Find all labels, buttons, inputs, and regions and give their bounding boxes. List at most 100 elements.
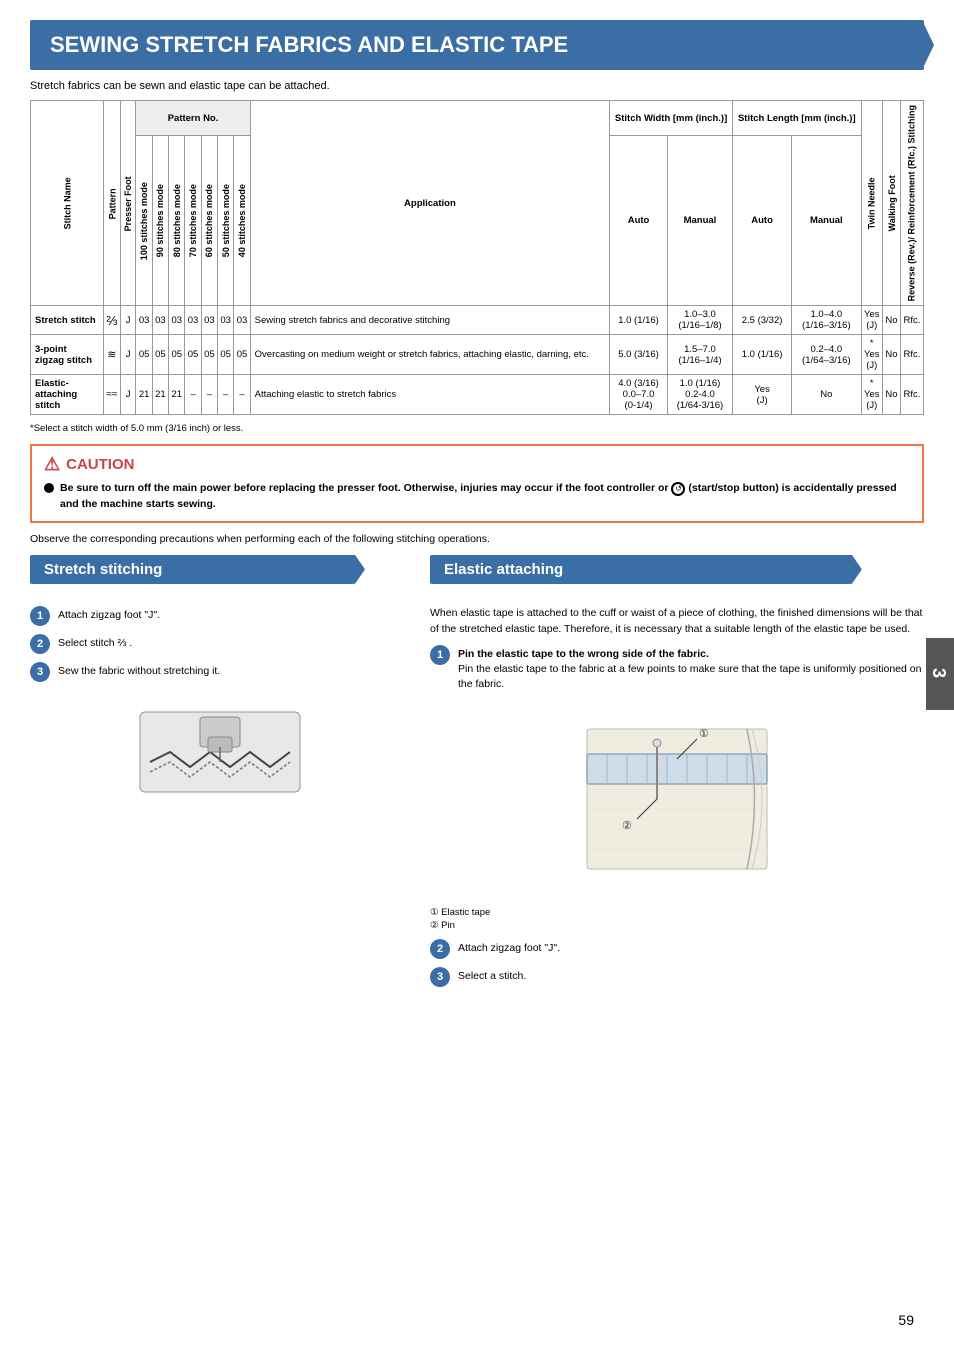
h-80: 80 stitches mode	[169, 136, 185, 306]
p80-stretch: 03	[169, 306, 185, 335]
manual-width-header: Manual	[667, 136, 732, 306]
caution-title: ⚠ CAUTION	[44, 454, 910, 475]
h-90: 90 stitches mode	[152, 136, 168, 306]
caution-box: ⚠ CAUTION Be sure to turn off the main p…	[30, 444, 924, 523]
pattern-no-header: Pattern No.	[136, 101, 250, 136]
page-number: 59	[898, 1312, 914, 1328]
elastic-step-number-1: 1	[430, 645, 450, 665]
foot-zigzag: J	[120, 335, 136, 375]
p90-stretch: 03	[152, 306, 168, 335]
h-40: 40 stitches mode	[234, 136, 250, 306]
reverse-elastic: Rfc.	[900, 375, 923, 415]
p70-zigzag: 05	[185, 335, 201, 375]
p50-stretch: 03	[218, 306, 234, 335]
step-number-1: 1	[30, 606, 50, 626]
p90-zigzag: 05	[152, 335, 168, 375]
elastic-step-number-3: 3	[430, 967, 450, 987]
caution-text: Be sure to turn off the main power befor…	[44, 481, 910, 513]
p40-elastic: –	[234, 375, 250, 415]
stitch-width-header: Stitch Width [mm (inch.)]	[610, 101, 733, 136]
elastic-step-1-text: Pin the elastic tape to the wrong side o…	[458, 645, 924, 691]
p90-elastic: 21	[152, 375, 168, 415]
w-auto-zigzag: 5.0 (3/16)	[610, 335, 668, 375]
h-70: 70 stitches mode	[185, 136, 201, 306]
stretch-step-1-text: Attach zigzag foot "J".	[58, 606, 160, 623]
elastic-attaching-header: Elastic attaching	[430, 555, 850, 584]
presser-foot-header: Presser Foot	[120, 101, 136, 306]
twin-stretch: Yes(J)	[861, 306, 882, 335]
elastic-step-number-2: 2	[430, 939, 450, 959]
footnote: *Select a stitch width of 5.0 mm (3/16 i…	[30, 423, 924, 434]
stitch-name-header: Stitch Name	[31, 101, 104, 306]
two-col-container: Stretch stitching 1 Attach zigzag foot "…	[30, 555, 924, 996]
elastic-step-3: 3 Select a stitch.	[430, 967, 924, 987]
h-60: 60 stitches mode	[201, 136, 217, 306]
elastic-tape-diagram: ① ②	[577, 699, 777, 899]
p40-zigzag: 05	[234, 335, 250, 375]
diagram-labels: ① Elastic tape ② Pin	[430, 907, 924, 931]
w-auto-stretch: 1.0 (1/16)	[610, 306, 668, 335]
p60-zigzag: 05	[201, 335, 217, 375]
twin-needle-header: Twin Needle	[861, 101, 882, 306]
l-auto-elastic: Yes(J)	[733, 375, 792, 415]
p100-stretch: 03	[136, 306, 152, 335]
table-row: Stretch stitch ⅔ J 03 03 03 03 03 03 03 …	[31, 306, 924, 335]
elastic-step-2: 2 Attach zigzag foot "J".	[430, 939, 924, 959]
tab-number: 3	[929, 668, 949, 680]
p40-stretch: 03	[234, 306, 250, 335]
stitch-name-elastic: Elastic-attachingstitch	[31, 375, 104, 415]
p50-elastic: –	[218, 375, 234, 415]
subtitle: Stretch fabrics can be sewn and elastic …	[30, 80, 924, 92]
l-auto-stretch: 2.5 (3/32)	[733, 306, 792, 335]
l-manual-elastic: No	[792, 375, 861, 415]
elastic-step-1: 1 Pin the elastic tape to the wrong side…	[430, 645, 924, 691]
walking-foot-header: Walking Foot	[883, 101, 901, 306]
zigzag-illustration	[120, 692, 320, 812]
stretch-step-3: 3 Sew the fabric without stretching it.	[30, 662, 410, 682]
l-manual-stretch: 1.0–4.0(1/16–3/16)	[792, 306, 861, 335]
p100-zigzag: 05	[136, 335, 152, 375]
pattern-header: Pattern	[104, 101, 121, 306]
h-50: 50 stitches mode	[218, 136, 234, 306]
l-manual-zigzag: 0.2–4.0(1/64–3/16)	[792, 335, 861, 375]
page-tab: 3	[926, 638, 954, 710]
reverse-zigzag: Rfc.	[900, 335, 923, 375]
start-stop-icon: ↺	[671, 482, 685, 496]
stitch-length-header: Stitch Length [mm (inch.)]	[733, 101, 862, 136]
w-manual-elastic: 1.0 (1/16)0.2-4.0(1/64-3/16)	[667, 375, 732, 415]
stretch-step-2-text: Select stitch ⅔ .	[58, 634, 132, 651]
pattern-stretch: ⅔	[104, 306, 121, 335]
step-number-3: 3	[30, 662, 50, 682]
elastic-step-2-text: Attach zigzag foot "J".	[458, 939, 560, 956]
stretch-step-3-text: Sew the fabric without stretching it.	[58, 662, 220, 679]
twin-zigzag: *Yes(J)	[861, 335, 882, 375]
w-manual-zigzag: 1.5–7.0(1/16–1/4)	[667, 335, 732, 375]
walking-elastic: No	[883, 375, 901, 415]
stretch-stitching-section: Stretch stitching 1 Attach zigzag foot "…	[30, 555, 410, 996]
pattern-elastic: ≈≈	[104, 375, 121, 415]
auto-width-header: Auto	[610, 136, 668, 306]
p80-elastic: 21	[169, 375, 185, 415]
walking-stretch: No	[883, 306, 901, 335]
h-100: 100 stitches mode	[136, 136, 152, 306]
stitch-name-zigzag: 3-pointzigzag stitch	[31, 335, 104, 375]
elastic-step-3-text: Select a stitch.	[458, 967, 526, 984]
app-stretch: Sewing stretch fabrics and decorative st…	[250, 306, 610, 335]
manual-length-header: Manual	[792, 136, 861, 306]
app-elastic: Attaching elastic to stretch fabrics	[250, 375, 610, 415]
step-number-2: 2	[30, 634, 50, 654]
svg-text:①: ①	[699, 728, 709, 740]
stretch-step-2: 2 Select stitch ⅔ .	[30, 634, 410, 654]
observe-text: Observe the corresponding precautions wh…	[30, 533, 924, 545]
app-zigzag: Overcasting on medium weight or stretch …	[250, 335, 610, 375]
elastic-attaching-section: Elastic attaching When elastic tape is a…	[430, 555, 924, 996]
reverse-stretch: Rfc.	[900, 306, 923, 335]
stitch-name-stretch: Stretch stitch	[31, 306, 104, 335]
p60-stretch: 03	[201, 306, 217, 335]
pattern-zigzag: ≋	[104, 335, 121, 375]
stretch-step-1: 1 Attach zigzag foot "J".	[30, 606, 410, 626]
twin-elastic: *Yes(J)	[861, 375, 882, 415]
l-auto-zigzag: 1.0 (1/16)	[733, 335, 792, 375]
reverse-header: Reverse (Rev.)/ Reinforcement (Rfc.) Sti…	[900, 101, 923, 306]
foot-stretch: J	[120, 306, 136, 335]
